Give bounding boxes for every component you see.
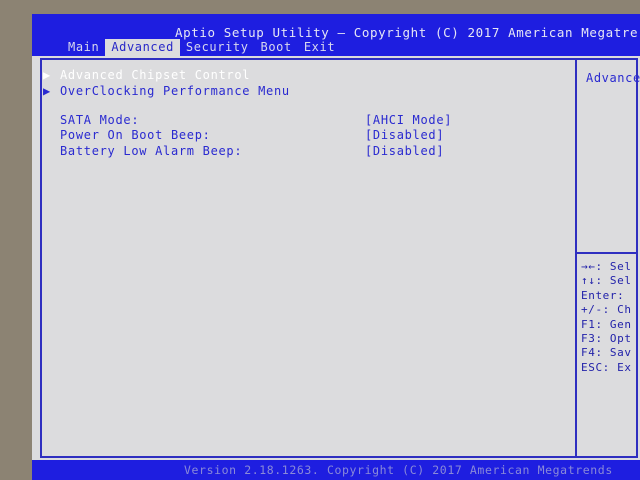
panel-divider [575,58,577,458]
key-hint: F4: Sav [581,346,632,360]
submenu-arrow-icon: ▶ [43,84,51,98]
key-legend: →←: Sel ↑↓: Sel Enter: +/-: Ch F1: Gen F… [581,260,632,375]
key-hint: +/-: Ch [581,303,632,317]
submenu-advanced-chipset-control[interactable]: ▶ Advanced Chipset Control [43,68,250,83]
help-separator [577,252,638,254]
tab-exit[interactable]: Exit [298,39,341,56]
tab-bar: Main Advanced Security Boot Exit [62,39,341,56]
setting-label: SATA Mode: [60,113,140,127]
setting-value[interactable]: [AHCI Mode] [365,113,452,128]
help-title: Advance [586,71,640,85]
key-hint: F3: Opt [581,331,632,345]
submenu-label: Advanced Chipset Control [60,68,251,82]
footer-bar: Version 2.18.1263. Copyright (C) 2017 Am… [32,460,640,480]
key-hint: F1: Gen [581,317,632,331]
setting-value[interactable]: [Disabled] [365,128,444,143]
setting-battery-low-alarm-beep[interactable]: Battery Low Alarm Beep: [Disabled] [60,144,560,159]
submenu-arrow-icon: ▶ [43,68,51,82]
tab-advanced[interactable]: Advanced [105,39,180,56]
tab-main[interactable]: Main [62,39,105,56]
setting-sata-mode[interactable]: SATA Mode: [AHCI Mode] [60,113,560,128]
version-text: Version 2.18.1263. Copyright (C) 2017 Am… [184,463,613,477]
key-hint: →←: Sel [581,260,632,273]
title-bar: Aptio Setup Utility – Copyright (C) 2017… [32,14,640,56]
setting-power-on-boot-beep[interactable]: Power On Boot Beep: [Disabled] [60,128,560,143]
bios-screen: Aptio Setup Utility – Copyright (C) 2017… [32,14,640,480]
submenu-label: OverClocking Performance Menu [60,84,290,98]
tab-security[interactable]: Security [180,39,255,56]
key-hint: ↑↓: Sel [581,274,632,288]
key-hint: Enter: [581,288,625,302]
app-title: Aptio Setup Utility – Copyright (C) 2017… [175,25,639,40]
tab-boot[interactable]: Boot [255,39,298,56]
setting-label: Battery Low Alarm Beep: [60,144,243,158]
setting-value[interactable]: [Disabled] [365,144,444,159]
submenu-overclocking-performance[interactable]: ▶ OverClocking Performance Menu [43,84,290,99]
setting-label: Power On Boot Beep: [60,128,211,142]
key-hint: ESC: Ex [581,360,632,374]
